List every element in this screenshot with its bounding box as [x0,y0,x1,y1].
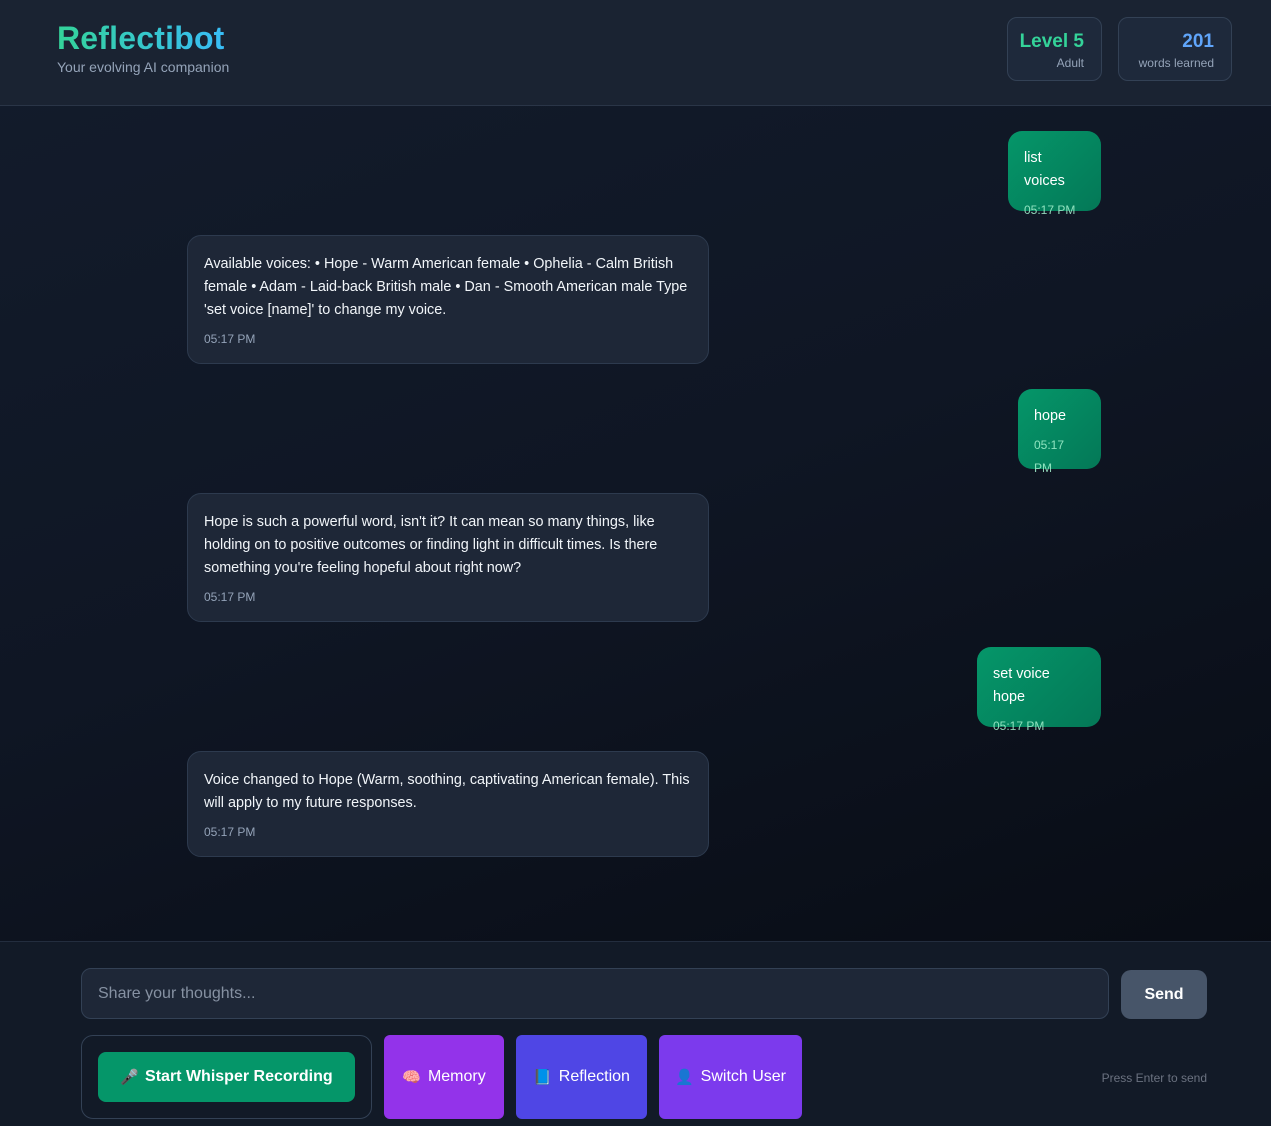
message-text: Hope is such a powerful word, isn't it? … [204,514,658,576]
message-timestamp: 05:17 PM [204,332,256,346]
message-timestamp: 05:17 PM [204,590,256,604]
start-recording-button[interactable]: 🎤 Start Whisper Recording [98,1052,355,1102]
level-badge: Level 5 Adult [1007,17,1102,81]
book-icon: 📘 [533,1068,552,1086]
recording-panel: 🎤 Start Whisper Recording [81,1035,372,1119]
message-timestamp: 05:17 PM [1034,438,1065,475]
message-text: set voice hope [993,666,1050,705]
message-text: list voices [1024,150,1065,189]
app-subtitle: Your evolving AI companion [57,59,230,75]
bot-message: Hope is such a powerful word, isn't it? … [187,493,709,622]
composer: Send 🎤 Start Whisper Recording 🧠 Memory … [0,941,1271,1126]
words-learned-label: words learned [1138,56,1214,70]
start-recording-label: Start Whisper Recording [145,1068,333,1085]
reflection-button[interactable]: 📘 Reflection [516,1035,647,1119]
level-label: Adult [1056,56,1084,70]
words-learned-badge: 201 words learned [1118,17,1232,81]
bot-message: Voice changed to Hope (Warm, soothing, c… [187,751,709,857]
words-learned-count: 201 [1182,31,1214,52]
user-message: set voice hope 05:17 PM [977,647,1101,733]
brain-icon: 🧠 [402,1068,421,1086]
user-message: hope 05:17 PM [1018,389,1101,475]
user-message: list voices 05:17 PM [1008,131,1101,217]
bot-message: Available voices: • Hope - Warm American… [187,235,709,364]
message-timestamp: 05:17 PM [993,719,1045,733]
message-timestamp: 05:17 PM [204,825,256,839]
message-input[interactable] [81,968,1109,1019]
message-text: Available voices: • Hope - Warm American… [204,256,688,318]
switch-user-label: Switch User [700,1068,787,1085]
microphone-icon: 🎤 [120,1068,140,1086]
message-timestamp: 05:17 PM [1024,203,1076,217]
app-title: Reflectibot [57,20,225,56]
send-hint: Press Enter to send [1101,1071,1207,1085]
app-header: Reflectibot Your evolving AI companion L… [0,0,1271,106]
message-text: Voice changed to Hope (Warm, soothing, c… [204,772,690,811]
memory-label: Memory [427,1068,486,1085]
memory-button[interactable]: 🧠 Memory [384,1035,504,1119]
send-button[interactable]: Send [1121,970,1207,1019]
message-text: hope [1034,408,1067,424]
switch-user-button[interactable]: 👤 Switch User [659,1035,802,1119]
level-value: Level 5 [1019,31,1084,52]
reflection-label: Reflection [558,1068,630,1085]
user-icon: 👤 [674,1068,694,1086]
